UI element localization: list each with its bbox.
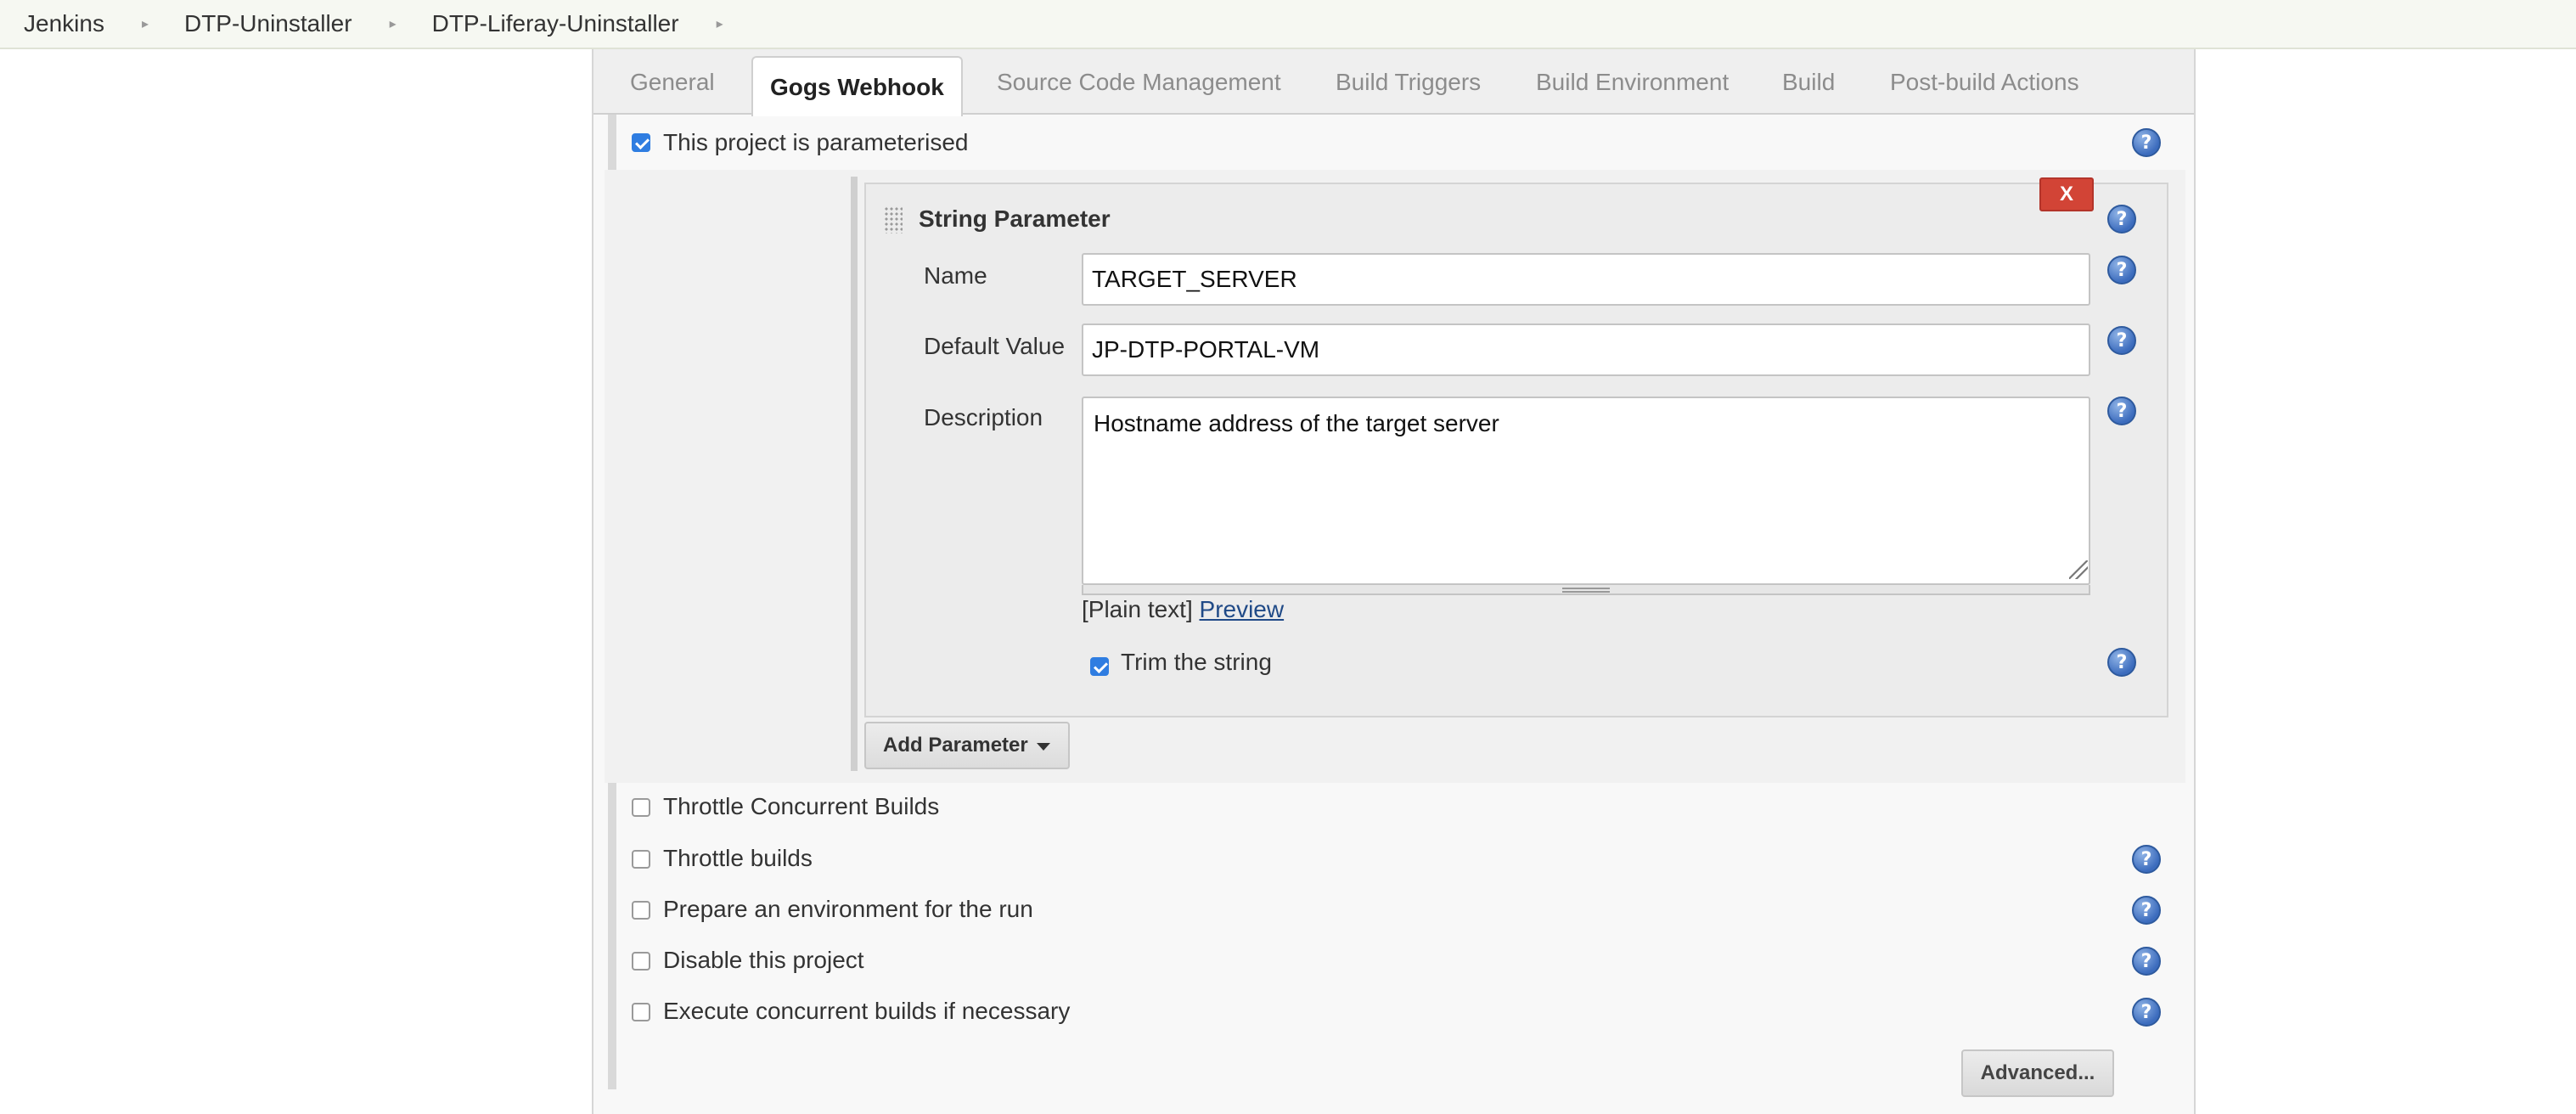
parameterised-label: This project is parameterised: [663, 129, 969, 155]
name-label: Name: [924, 262, 987, 289]
description-label: Description: [924, 404, 1043, 430]
prepare-environment-checkbox[interactable]: [632, 901, 650, 920]
help-icon[interactable]: ?: [2132, 896, 2161, 925]
disable-project-checkbox[interactable]: [632, 952, 650, 971]
concurrent-builds-label: Execute concurrent builds if necessary: [663, 998, 1071, 1024]
chevron-right-icon[interactable]: ▸: [104, 15, 184, 32]
chevron-right-icon[interactable]: ▸: [679, 15, 759, 32]
drag-handle-icon[interactable]: [884, 206, 903, 233]
help-icon[interactable]: ?: [2132, 845, 2161, 874]
config-panel: General Gogs Webhook Source Code Managem…: [592, 49, 2196, 1114]
throttle-builds-checkbox[interactable]: [632, 850, 650, 869]
disable-project-label: Disable this project: [663, 947, 864, 973]
preview-link[interactable]: Preview: [1200, 596, 1285, 622]
trim-string-label: Trim the string: [1121, 649, 1272, 675]
breadcrumb: Jenkins ▸ DTP-Uninstaller ▸ DTP-Liferay-…: [0, 0, 2576, 49]
advanced-button[interactable]: Advanced...: [1961, 1049, 2114, 1097]
config-tabs: General Gogs Webhook Source Code Managem…: [593, 49, 2194, 116]
string-parameter-title: String Parameter: [919, 205, 1111, 232]
prepare-environment-label: Prepare an environment for the run: [663, 896, 1033, 922]
tab-source-code-management[interactable]: Source Code Management: [997, 49, 1281, 115]
help-icon[interactable]: ?: [2107, 326, 2136, 355]
help-icon[interactable]: ?: [2107, 648, 2136, 677]
grip-icon[interactable]: [1562, 588, 1610, 593]
default-value-input[interactable]: [1082, 324, 2090, 376]
throttle-builds-label: Throttle builds: [663, 845, 813, 871]
default-value-label: Default Value: [924, 333, 1066, 359]
description-textarea[interactable]: Hostname address of the target server: [1082, 397, 2090, 585]
name-input[interactable]: [1082, 253, 2090, 306]
plain-text-label: [Plain text]: [1082, 596, 1193, 622]
tab-build[interactable]: Build: [1782, 49, 1835, 115]
resize-handle-icon[interactable]: [2069, 560, 2088, 579]
tab-build-environment[interactable]: Build Environment: [1536, 49, 1729, 115]
parameter-strip: [851, 177, 858, 771]
breadcrumb-item-dtp-uninstaller[interactable]: DTP-Uninstaller: [184, 10, 352, 37]
tab-general[interactable]: General: [630, 49, 715, 115]
markup-format-note: [Plain text] Preview: [1082, 596, 1284, 623]
help-icon[interactable]: ?: [2132, 128, 2161, 157]
delete-parameter-button[interactable]: X: [2039, 177, 2094, 211]
breadcrumb-item-dtp-liferay-uninstaller[interactable]: DTP-Liferay-Uninstaller: [432, 10, 679, 37]
tab-build-triggers[interactable]: Build Triggers: [1336, 49, 1481, 115]
parameterised-checkbox[interactable]: [632, 133, 650, 152]
throttle-concurrent-builds-label: Throttle Concurrent Builds: [663, 793, 940, 819]
tab-gogs-webhook[interactable]: Gogs Webhook: [751, 56, 963, 116]
help-icon[interactable]: ?: [2107, 205, 2136, 233]
caret-down-icon[interactable]: [1037, 743, 1050, 751]
help-icon[interactable]: ?: [2132, 947, 2161, 976]
help-icon[interactable]: ?: [2107, 397, 2136, 425]
chevron-right-icon[interactable]: ▸: [352, 15, 432, 32]
tab-post-build-actions[interactable]: Post-build Actions: [1890, 49, 2079, 115]
concurrent-builds-checkbox[interactable]: [632, 1003, 650, 1021]
help-icon[interactable]: ?: [2107, 256, 2136, 284]
trim-string-checkbox[interactable]: [1090, 657, 1109, 676]
throttle-concurrent-builds-checkbox[interactable]: [632, 798, 650, 817]
breadcrumb-item-jenkins[interactable]: Jenkins: [0, 10, 104, 37]
help-icon[interactable]: ?: [2132, 998, 2161, 1027]
